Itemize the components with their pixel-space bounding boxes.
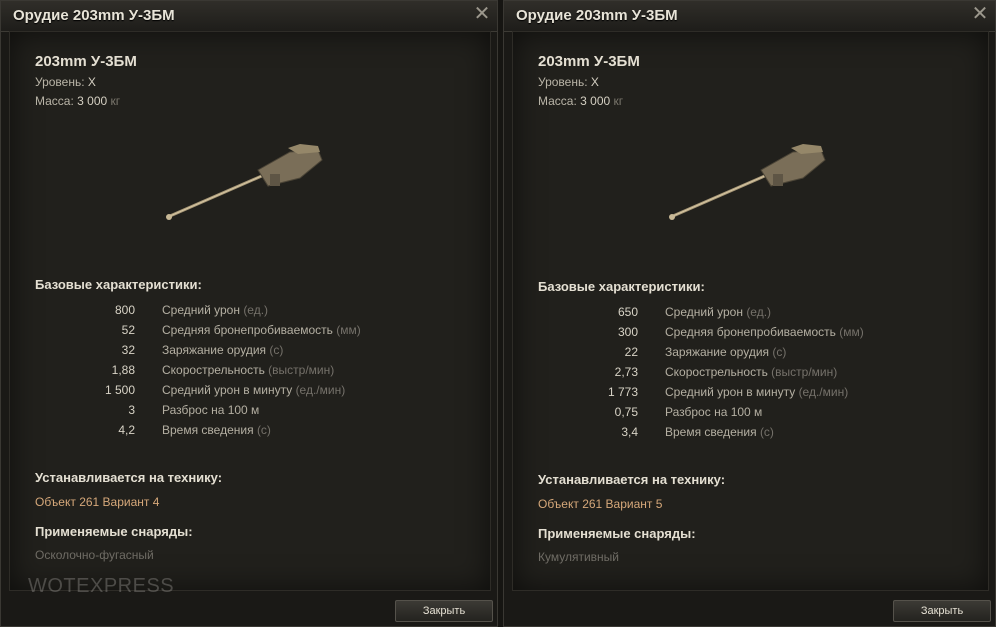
- shell-type: Осколочно-фугасный: [35, 548, 154, 562]
- mass-label: Масса:: [538, 94, 577, 108]
- close-button[interactable]: Закрыть: [893, 600, 991, 622]
- base-stats-header: Базовые характеристики:: [35, 277, 202, 292]
- close-button[interactable]: Закрыть: [395, 600, 493, 622]
- module-info-panel: 203mm У-3БМ Уровень: X Масса: 3 000 кг Б…: [512, 31, 989, 591]
- gun-image: [669, 144, 826, 220]
- stats-list: 650 Средний урон (ед.) 300 Средняя бронепр…: [538, 305, 938, 445]
- stat-row: 4,2 Время сведения (с): [118, 423, 271, 437]
- mass-line: Масса: 3 000 кг: [538, 94, 623, 108]
- module-window-left: Орудие 203mm У-3БМ ✕ 203mm У-3БМ Уровень…: [0, 0, 498, 627]
- close-icon[interactable]: ✕: [473, 4, 491, 24]
- base-stats-header: Базовые характеристики:: [538, 279, 705, 294]
- stat-row: 2,73 Скорострельность (выстр/мин): [614, 365, 838, 379]
- mass-unit: кг: [110, 94, 121, 108]
- level-line: Уровень: X: [538, 75, 599, 89]
- mass-value: 3 000: [580, 94, 611, 108]
- window-title: Орудие 203mm У-3БМ: [516, 7, 678, 24]
- gun-name: 203mm У-3БМ: [35, 53, 137, 70]
- level-value: X: [590, 75, 599, 89]
- level-label: Уровень:: [35, 75, 85, 89]
- stat-row: 800 Средний урон (ед.): [114, 303, 269, 317]
- window-titlebar: Орудие 203mm У-3БМ ✕: [504, 1, 995, 32]
- window-title: Орудие 203mm У-3БМ: [13, 7, 175, 24]
- stats-list: 800 Средний урон (ед.) 52 Средняя бронепро…: [35, 303, 435, 443]
- stat-row: 32 Заряжание орудия (с): [121, 343, 284, 357]
- shells-header: Применяемые снаряды:: [35, 524, 193, 539]
- window-titlebar: Орудие 203mm У-3БМ ✕: [1, 1, 497, 32]
- shells-header: Применяемые снаряды:: [538, 526, 696, 541]
- mass-label: Масса:: [35, 94, 74, 108]
- module-info-panel: 203mm У-3БМ Уровень: X Масса: 3 000 кг Б…: [9, 31, 491, 591]
- mass-line: Масса: 3 000 кг: [35, 94, 120, 108]
- stat-row: 3,4 Время сведения (с): [621, 425, 774, 439]
- window-footer: Закрыть: [504, 591, 995, 626]
- stat-row: 52 Средняя бронепробиваемость (мм): [121, 323, 361, 337]
- gun-name: 203mm У-3БМ: [538, 53, 640, 70]
- installed-on-header: Устанавливается на технику:: [35, 470, 223, 485]
- level-line: Уровень: X: [35, 75, 96, 89]
- stat-row: 1,88 Скорострельность (выстр/мин): [111, 363, 335, 377]
- stat-row: 22 Заряжание орудия (с): [624, 345, 787, 359]
- shell-type: Кумулятивный: [538, 550, 620, 564]
- close-icon[interactable]: ✕: [971, 4, 989, 24]
- watermark: WOTEXPRESS: [28, 575, 175, 597]
- stat-row: 650 Средний урон (ед.): [617, 305, 772, 319]
- stat-row: 0,75 Разброс на 100 м: [614, 405, 763, 419]
- vehicle-name: Объект 261 Вариант 4: [35, 495, 160, 509]
- stat-row: 3 Разброс на 100 м: [128, 403, 260, 417]
- gun-image: [166, 144, 323, 220]
- module-window-right: Орудие 203mm У-3БМ ✕ 203mm У-3БМ Уровень…: [503, 0, 996, 627]
- vehicle-name: Объект 261 Вариант 5: [538, 497, 663, 511]
- mass-unit: кг: [613, 94, 624, 108]
- level-label: Уровень:: [538, 75, 588, 89]
- mass-value: 3 000: [77, 94, 108, 108]
- level-value: X: [87, 75, 96, 89]
- stat-row: 1 500 Средний урон в минуту (ед./мин): [104, 383, 346, 397]
- stat-row: 1 773 Средний урон в минуту (ед./мин): [607, 385, 849, 399]
- stat-row: 300 Средняя бронепробиваемость (мм): [617, 325, 864, 339]
- installed-on-header: Устанавливается на технику:: [538, 472, 726, 487]
